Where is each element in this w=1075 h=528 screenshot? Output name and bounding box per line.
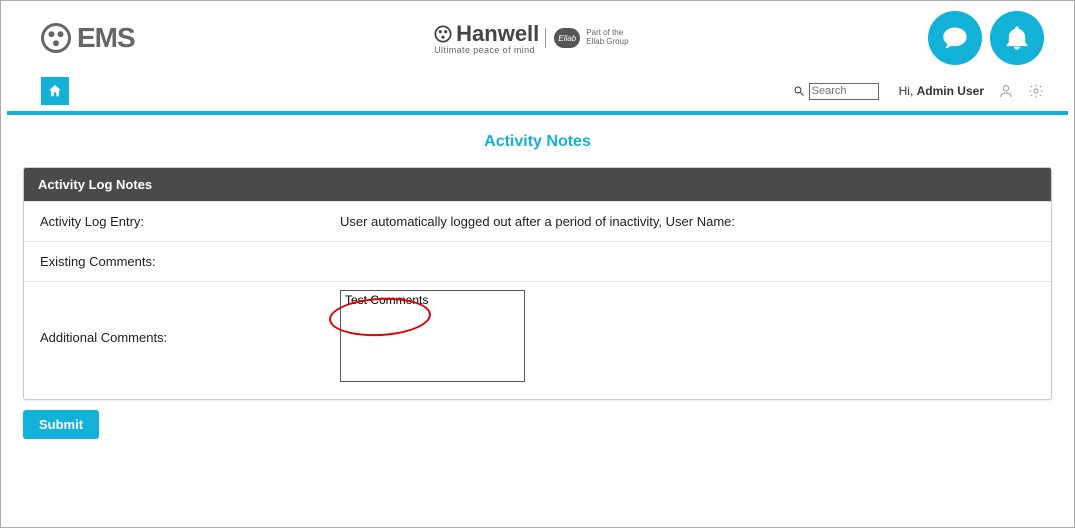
vendor-name: Hanwell: [456, 21, 539, 47]
speech-bubble-icon: [941, 24, 969, 52]
bell-icon: [1003, 24, 1031, 52]
current-user: Admin User: [917, 84, 984, 98]
panel-header: Activity Log Notes: [24, 168, 1051, 201]
home-icon: [47, 83, 63, 99]
additional-comments-label: Additional Comments:: [40, 330, 340, 345]
hanwell-mark-icon: [434, 25, 452, 43]
vendor-logo: Hanwell Ultimate peace of mind Ellab Par…: [434, 21, 628, 55]
alerts-button[interactable]: [990, 11, 1044, 65]
ellab-text: Part of the Ellab Group: [586, 29, 628, 47]
submit-button[interactable]: Submit: [23, 410, 99, 439]
ellab-badge: Ellab: [554, 28, 580, 48]
user-icon[interactable]: [998, 83, 1014, 99]
activity-notes-panel: Activity Log Notes Activity Log Entry: U…: [23, 167, 1052, 400]
gear-icon[interactable]: [1028, 83, 1044, 99]
messages-button[interactable]: [928, 11, 982, 65]
ems-mark-icon: [41, 23, 71, 53]
home-button[interactable]: [41, 77, 69, 105]
app-logo: EMS: [41, 22, 135, 54]
search-icon: [793, 85, 805, 97]
search-input[interactable]: [809, 83, 879, 100]
additional-comments-input[interactable]: [340, 290, 525, 382]
existing-comments-label: Existing Comments:: [40, 254, 340, 269]
entry-label: Activity Log Entry:: [40, 214, 340, 229]
page-title: Activity Notes: [1, 115, 1074, 167]
vendor-tagline: Ultimate peace of mind: [434, 45, 535, 55]
greeting: Hi, Admin User: [899, 84, 984, 98]
app-name: EMS: [77, 22, 135, 54]
entry-value: User automatically logged out after a pe…: [340, 214, 1035, 229]
